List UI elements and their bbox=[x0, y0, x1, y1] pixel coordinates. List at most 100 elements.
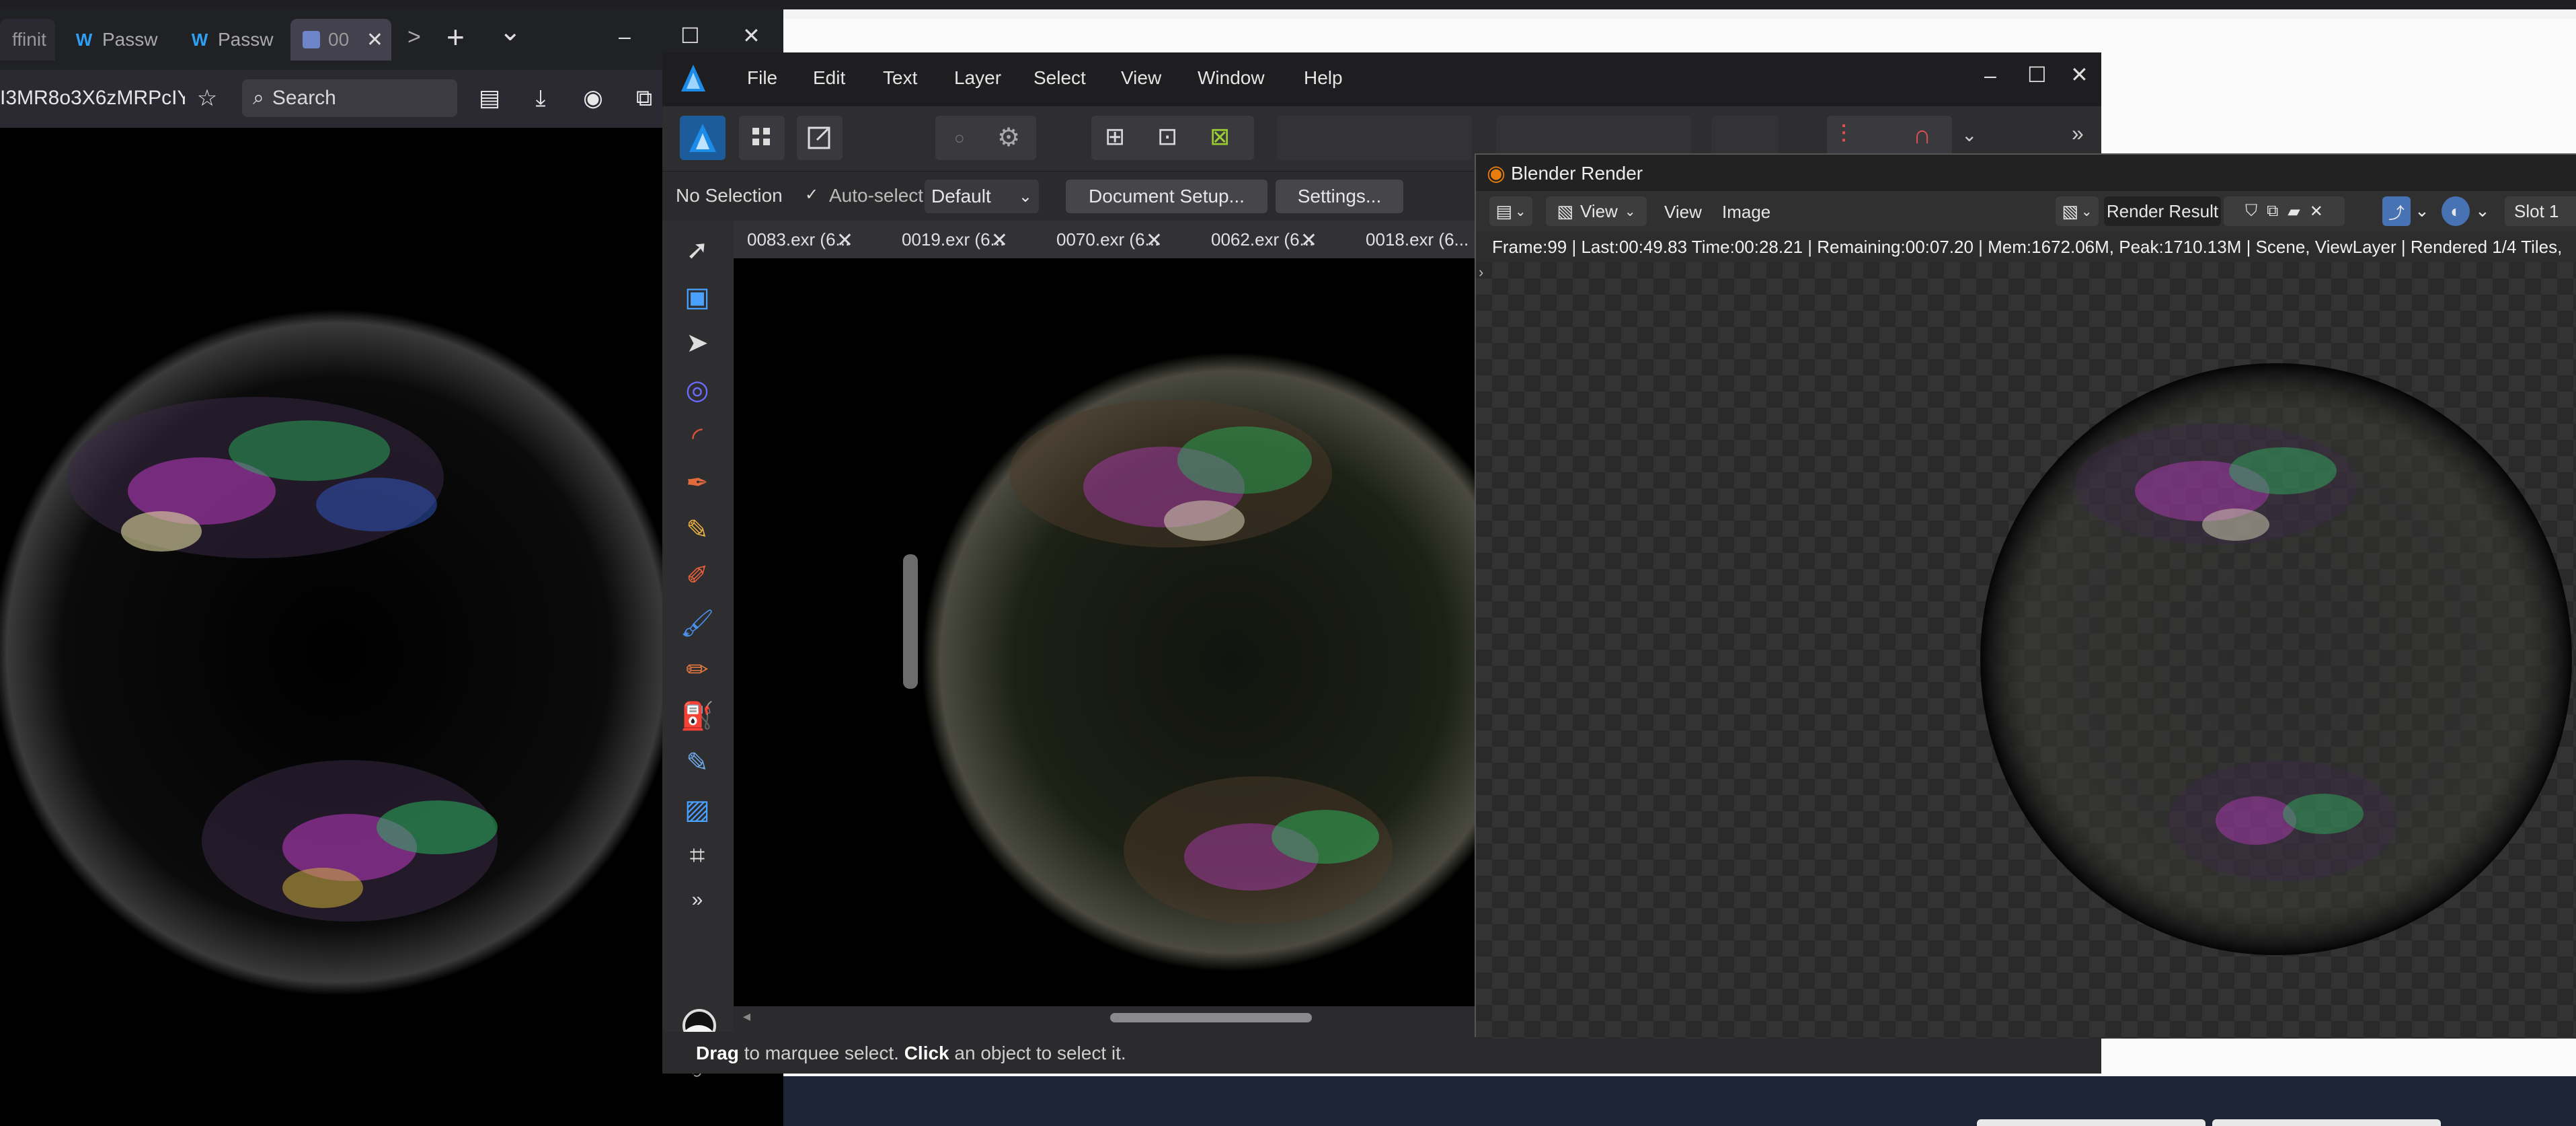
sample-tool-button[interactable]: ⤴ bbox=[2382, 196, 2411, 226]
menu-layer[interactable]: Layer bbox=[954, 67, 1001, 89]
menu-edit[interactable]: Edit bbox=[813, 67, 845, 89]
document-tab-label: 0019.exr (6... bbox=[902, 229, 1005, 250]
more-toolbar-icon[interactable]: » bbox=[2072, 121, 2084, 146]
crop-tool-icon[interactable]: ⌗ bbox=[678, 837, 716, 874]
fake-user-icon[interactable]: ⛉ bbox=[2245, 202, 2257, 221]
duplicate-icon[interactable]: ⧉ bbox=[2267, 202, 2278, 221]
horizontal-scrollbar[interactable]: ◂ bbox=[734, 1006, 1493, 1028]
window-minimize-button[interactable]: – bbox=[1984, 63, 1996, 88]
close-tab-icon[interactable]: ✕ bbox=[366, 28, 383, 52]
menu-help[interactable]: Help bbox=[1304, 67, 1343, 89]
snapping-buttons[interactable]: ⊞ ⊡ ⊠ bbox=[1091, 116, 1254, 160]
pen-tool-icon[interactable]: ✒ bbox=[678, 464, 716, 502]
browser-tab[interactable]: W Passw bbox=[178, 19, 285, 61]
chevron-down-icon[interactable]: ⌄ bbox=[2415, 200, 2429, 221]
document-tab[interactable]: 0019.exr (6... ✕ bbox=[888, 221, 1012, 258]
close-icon[interactable]: ✕ bbox=[836, 229, 853, 252]
node-tool-icon[interactable]: ➤ bbox=[678, 324, 716, 362]
align-buttons[interactable] bbox=[1277, 116, 1472, 160]
gear-icon: ⚙ bbox=[997, 124, 1021, 152]
vector-brush-tool-icon[interactable]: ✐ bbox=[678, 557, 716, 595]
close-icon[interactable]: ✕ bbox=[1146, 229, 1163, 252]
circle-icon: ○ bbox=[954, 128, 965, 148]
search-placeholder: Search bbox=[272, 87, 336, 109]
bookmark-star-icon[interactable]: ☆ bbox=[192, 83, 222, 113]
account-icon[interactable]: ◉ bbox=[578, 83, 608, 113]
render-viewport[interactable]: › bbox=[1476, 262, 2576, 1039]
brush-tool-icon[interactable]: ✏ bbox=[678, 651, 716, 689]
scrollbar-thumb[interactable] bbox=[1110, 1013, 1312, 1022]
menu-view[interactable]: View bbox=[1121, 67, 1161, 89]
new-tab-button[interactable]: + bbox=[446, 19, 465, 55]
place-image-tool-icon[interactable]: ▨ bbox=[678, 791, 716, 829]
pencil-tool-icon[interactable]: ✎ bbox=[678, 511, 716, 549]
menu-text[interactable]: Text bbox=[883, 67, 917, 89]
overlay-button[interactable]: ◐ bbox=[2442, 196, 2470, 226]
transparency-tool-icon[interactable]: ✎ bbox=[678, 744, 716, 782]
view-mode-buttons[interactable]: ○ ⚙ bbox=[935, 116, 1036, 160]
menu-image[interactable]: Image bbox=[1722, 202, 1770, 223]
chevron-down-icon[interactable]: ⌄ bbox=[1961, 124, 1977, 146]
auto-select-value: Default bbox=[931, 186, 991, 207]
tools-panel: ➚ ▣ ➤ ◎ ◜ ✒ ✎ ✐ 🖌 ✏ ⛽ ✎ ▨ ⌗ » ⟲ bbox=[662, 221, 734, 1081]
extensions-icon[interactable]: ⧉ bbox=[629, 83, 659, 113]
url-field[interactable]: I3MR8o3X6zMRPcIY bbox=[0, 82, 185, 114]
window-maximize-button[interactable]: ☐ bbox=[680, 23, 700, 48]
point-transform-tool-icon[interactable]: ◎ bbox=[678, 371, 716, 409]
browser-tab-active[interactable]: 00 ✕ bbox=[290, 19, 391, 61]
image-name-field[interactable]: Render Result bbox=[2104, 196, 2221, 226]
taskbar bbox=[780, 1076, 2576, 1126]
reader-icon[interactable]: ▤ bbox=[475, 83, 504, 113]
view-mode-dropdown[interactable]: ▧ View ⌄ bbox=[1546, 196, 1647, 226]
image-actions[interactable]: ⛉ ⧉ ▰ ✕ bbox=[2224, 196, 2345, 226]
document-tab[interactable]: 0070.exr (6... ✕ bbox=[1043, 221, 1167, 258]
tab-label: Passw bbox=[218, 29, 274, 50]
tab-label: ffinit bbox=[12, 29, 46, 50]
scroll-left-icon[interactable]: ◂ bbox=[743, 1008, 750, 1025]
document-setup-button[interactable]: Document Setup... bbox=[1066, 180, 1267, 213]
move-tool-icon[interactable]: ➚ bbox=[678, 231, 716, 269]
document-tab[interactable]: 0062.exr (6... ✕ bbox=[1198, 221, 1321, 258]
more-tools-icon[interactable]: » bbox=[678, 881, 716, 919]
tab-list-icon[interactable]: ⌄ bbox=[499, 16, 522, 47]
search-input[interactable]: ⌕ Search bbox=[242, 79, 457, 117]
settings-button[interactable]: Settings... bbox=[1276, 180, 1403, 213]
slot-dropdown[interactable]: Slot 1 bbox=[2505, 196, 2576, 226]
menu-view[interactable]: View bbox=[1664, 202, 1702, 223]
fill-tool-icon[interactable]: ⛽ bbox=[678, 697, 716, 735]
auto-select-dropdown[interactable]: Default ⌄ bbox=[925, 180, 1039, 213]
corner-tool-icon[interactable]: ◜ bbox=[678, 418, 716, 456]
export-persona-button[interactable] bbox=[797, 116, 843, 160]
designer-persona-button[interactable] bbox=[680, 116, 726, 160]
chevron-down-icon[interactable]: ⌄ bbox=[2475, 200, 2490, 221]
chevron-down-icon: ⌄ bbox=[1018, 187, 1032, 206]
window-close-button[interactable]: ✕ bbox=[2070, 62, 2089, 87]
browser-tab[interactable]: ffinit bbox=[0, 19, 55, 61]
chevron-right-icon[interactable]: › bbox=[1479, 264, 1483, 281]
folder-icon[interactable]: ▰ bbox=[2288, 202, 2300, 221]
close-icon[interactable]: ✕ bbox=[2310, 202, 2323, 221]
image-browse-dropdown[interactable]: ▧ ⌄ bbox=[2056, 196, 2099, 226]
taskbar-item[interactable] bbox=[1977, 1119, 2206, 1126]
menu-file[interactable]: File bbox=[747, 67, 777, 89]
document-tab[interactable]: 0018.exr (6... bbox=[1352, 221, 1487, 258]
menu-select[interactable]: Select bbox=[1033, 67, 1086, 89]
pixel-persona-button[interactable] bbox=[739, 116, 785, 160]
close-icon[interactable]: ✕ bbox=[1300, 229, 1317, 252]
window-minimize-button[interactable]: – bbox=[619, 24, 631, 49]
document-canvas[interactable] bbox=[734, 258, 1493, 1006]
tab-scroll-icon[interactable]: > bbox=[407, 24, 421, 50]
window-maximize-button[interactable]: ☐ bbox=[2027, 62, 2047, 87]
status-hint-text: to marquee select. bbox=[738, 1043, 904, 1063]
download-icon[interactable]: ⤓ bbox=[526, 83, 555, 113]
taskbar-item[interactable] bbox=[2212, 1119, 2441, 1126]
menu-window[interactable]: Window bbox=[1198, 67, 1265, 89]
auto-select-checkbox[interactable]: ✓ bbox=[805, 185, 822, 204]
close-icon[interactable]: ✕ bbox=[991, 229, 1008, 252]
paint-brush-tool-icon[interactable]: 🖌 bbox=[678, 604, 716, 642]
editor-type-dropdown[interactable]: ▤ ⌄ bbox=[1489, 196, 1532, 226]
browser-tab[interactable]: W Passw bbox=[62, 19, 169, 61]
document-tab[interactable]: 0083.exr (6... ✕ bbox=[734, 221, 857, 258]
window-close-button[interactable]: ✕ bbox=[742, 23, 760, 48]
artboard-tool-icon[interactable]: ▣ bbox=[678, 278, 716, 316]
